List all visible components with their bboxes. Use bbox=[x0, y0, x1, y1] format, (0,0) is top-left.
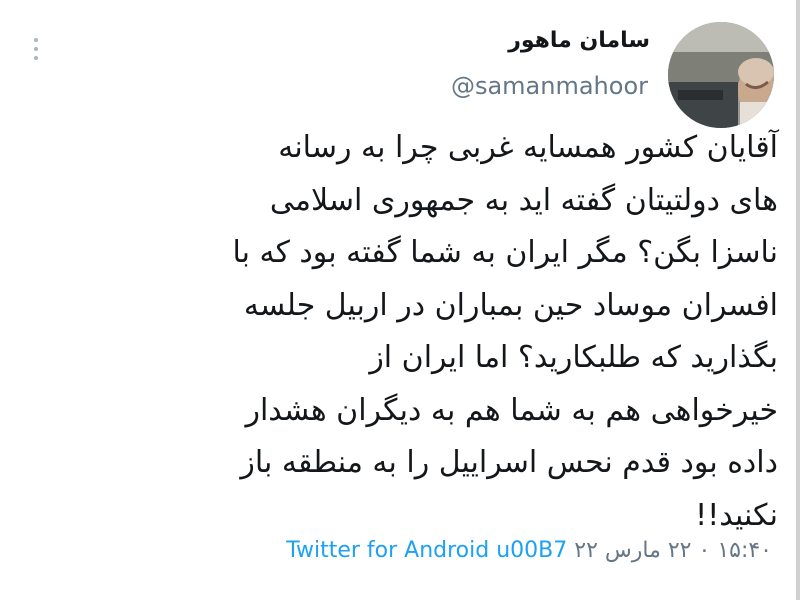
tweet-card: سامان ماهور @samanmahoor آقایان کشور همس… bbox=[0, 0, 800, 600]
tweet-timestamp[interactable]: ۱۵:۴۰ ۰ ۲۲ مارس ۲۲ bbox=[574, 538, 772, 563]
user-display-name[interactable]: سامان ماهور bbox=[508, 28, 650, 53]
avatar[interactable] bbox=[668, 22, 774, 128]
more-options-icon[interactable] bbox=[33, 38, 39, 60]
edge-divider bbox=[796, 0, 800, 600]
more-dot bbox=[34, 38, 38, 42]
tweet-text: آقایان کشور همسایه غربی چرا به رسانه های… bbox=[232, 130, 778, 533]
user-handle[interactable]: @samanmahoor bbox=[451, 72, 648, 100]
more-dot bbox=[34, 47, 38, 51]
avatar-image bbox=[668, 22, 774, 128]
tweet-source-link[interactable]: Twitter for Android u00B7 bbox=[286, 538, 567, 563]
tweet-meta: ۱۵:۴۰ ۰ ۲۲ مارس ۲۲ Twitter for Android u… bbox=[132, 538, 772, 563]
more-dot bbox=[34, 56, 38, 60]
